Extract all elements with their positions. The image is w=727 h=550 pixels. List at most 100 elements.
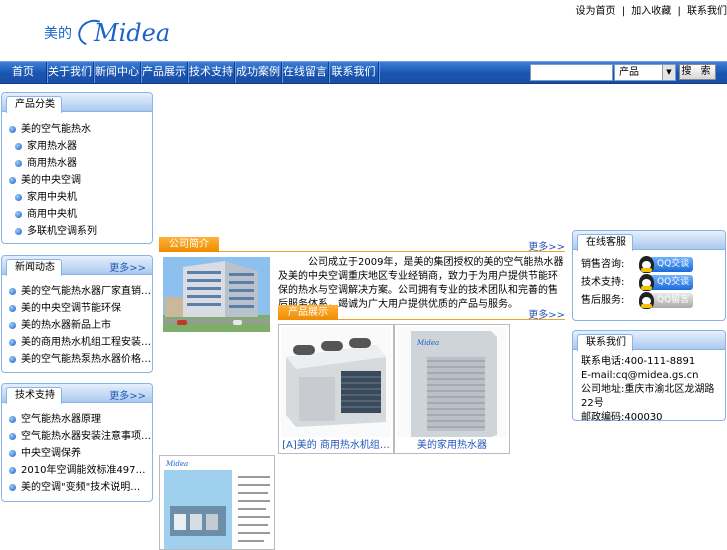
commercial-unit-illustration <box>281 327 391 437</box>
separator: | <box>677 6 680 17</box>
dropdown-arrow-icon[interactable]: ▼ <box>662 65 675 80</box>
panel-header: 联系我们 <box>573 331 725 350</box>
panel-header: 产品分类 <box>2 93 152 112</box>
qq-message-button[interactable]: QQ留言 <box>641 293 693 308</box>
heat-pump-illustration: Midea <box>397 327 507 437</box>
products-section-title: 产品展示 <box>278 305 338 320</box>
online-label: 销售咨询: <box>581 259 624 270</box>
category-item[interactable]: 美的中央空调 <box>9 172 152 189</box>
products-more-link[interactable]: 更多>> <box>528 306 565 321</box>
logo-chinese-text: 美的 <box>44 23 72 43</box>
news-item[interactable]: 美的中央空调节能环保 <box>9 300 152 317</box>
news-panel: 新闻动态 更多>> 美的空气能热水器厂家直销… 美的中央空调节能环保 美的热水器… <box>1 255 153 373</box>
online-service-panel: 在线客服 销售咨询: QQ交谈 技术支持: QQ交谈 售后服务: QQ留言 <box>572 230 726 321</box>
panel-header: 新闻动态 更多>> <box>2 256 152 275</box>
product-category-panel: 产品分类 美的空气能热水 家用热水器 商用热水器 美的中央空调 家用中央机 商用… <box>1 92 153 244</box>
search-type-select[interactable]: 产品 ▼ <box>614 64 676 81</box>
nav-products[interactable]: 产品展示 <box>141 62 188 83</box>
tech-item[interactable]: 美的空调"变频"技术说明… <box>9 479 152 496</box>
nav-home[interactable]: 首页 <box>0 62 47 83</box>
company-intro-text: 公司成立于2009年，是美的集团授权的美的空气能热水器及美的中央空调重庆地区专业… <box>278 256 566 312</box>
search-type-value: 产品 <box>619 67 639 78</box>
nav-support[interactable]: 技术支持 <box>188 62 235 83</box>
news-item[interactable]: 美的空气能热水器厂家直销… <box>9 283 152 300</box>
tech-item[interactable]: 2010年空调能效标准497… <box>9 462 152 479</box>
about-section-title: 公司简介 <box>159 237 219 252</box>
panel-title: 联系我们 <box>577 334 633 351</box>
contact-us-link[interactable]: 联系我们 <box>687 6 727 17</box>
qq-chat-button[interactable]: QQ交谈 <box>641 257 693 272</box>
product-image[interactable]: Midea <box>397 327 507 437</box>
contact-panel: 联系我们 联系电话:400-111-8891 E-mail:cq@midea.g… <box>572 330 726 421</box>
contact-address: 公司地址:重庆市渝北区龙湖路22号 <box>581 383 725 411</box>
top-links: 设为首页 | 加入收藏 | 联系我们 <box>576 2 727 17</box>
qq-chat-button[interactable]: QQ交谈 <box>641 275 693 290</box>
tech-item[interactable]: 中央空调保养 <box>9 445 152 462</box>
nav-message[interactable]: 在线留言 <box>282 62 329 83</box>
news-list: 美的空气能热水器厂家直销… 美的中央空调节能环保 美的热水器新品上市 美的商用热… <box>2 275 152 368</box>
svg-text:Midea: Midea <box>416 339 439 347</box>
qq-penguin-icon <box>639 292 654 309</box>
category-list: 美的空气能热水 家用热水器 商用热水器 美的中央空调 家用中央机 商用中央机 多… <box>2 112 152 240</box>
panel-header: 在线客服 <box>573 231 725 250</box>
tech-list: 空气能热水器原理 空气能热水器安装注意事项… 中央空调保养 2010年空调能效标… <box>2 403 152 496</box>
category-subitem[interactable]: 商用中央机 <box>9 206 152 223</box>
nav-cases[interactable]: 成功案例 <box>235 62 282 83</box>
news-more-link[interactable]: 更多>> <box>109 259 146 274</box>
panel-title: 在线客服 <box>577 234 633 251</box>
product-brochure-image[interactable]: Midea <box>159 455 275 550</box>
news-item[interactable]: 美的商用热水机组工程安装… <box>9 334 152 351</box>
panel-title: 产品分类 <box>6 96 62 113</box>
building-illustration <box>163 257 270 332</box>
online-row: 技术支持: QQ交谈 <box>581 274 725 292</box>
category-item[interactable]: 美的空气能热水 <box>9 121 152 138</box>
add-favorite-link[interactable]: 加入收藏 <box>631 6 671 17</box>
product-card[interactable]: Midea 美的家用热水器 <box>394 324 510 454</box>
tech-item[interactable]: 空气能热水器原理 <box>9 411 152 428</box>
nav-news[interactable]: 新闻中心 <box>94 62 141 83</box>
search-input[interactable] <box>530 64 613 81</box>
product-caption[interactable]: 美的家用热水器 <box>395 436 509 451</box>
tech-more-link[interactable]: 更多>> <box>109 387 146 402</box>
tech-support-panel: 技术支持 更多>> 空气能热水器原理 空气能热水器安装注意事项… 中央空调保养 … <box>1 383 153 502</box>
online-row: 销售咨询: QQ交谈 <box>581 256 725 274</box>
category-subitem[interactable]: 家用中央机 <box>9 189 152 206</box>
nav-about[interactable]: 关于我们 <box>47 62 94 83</box>
news-item[interactable]: 美的热水器新品上市 <box>9 317 152 334</box>
product-image[interactable] <box>281 327 391 437</box>
contact-phone: 联系电话:400-111-8891 <box>581 355 725 369</box>
online-label: 技术支持: <box>581 277 624 288</box>
news-item[interactable]: 美的空气能热泵热水器价格… <box>9 351 152 368</box>
about-more-link[interactable]: 更多>> <box>528 238 565 253</box>
separator: | <box>622 6 625 17</box>
main-nav: 首页 关于我们 新闻中心 产品展示 技术支持 成功案例 在线留言 联系我们 产品… <box>0 61 727 84</box>
set-homepage-link[interactable]: 设为首页 <box>576 6 616 17</box>
qq-penguin-icon <box>639 256 654 273</box>
brochure-illustration: Midea <box>160 456 275 550</box>
tech-item[interactable]: 空气能热水器安装注意事项… <box>9 428 152 445</box>
online-row: 售后服务: QQ留言 <box>581 292 725 310</box>
company-building-image <box>163 257 270 332</box>
panel-title: 技术支持 <box>6 387 62 404</box>
qq-button-label: QQ交谈 <box>657 277 689 287</box>
nav-contact[interactable]: 联系我们 <box>329 62 379 83</box>
svg-text:Midea: Midea <box>165 460 188 468</box>
qq-button-label: QQ留言 <box>657 295 689 305</box>
category-subitem[interactable]: 家用热水器 <box>9 138 152 155</box>
midea-logo[interactable]: 美的 Midea <box>44 17 170 49</box>
contact-email[interactable]: E-mail:cq@midea.gs.cn <box>581 369 725 383</box>
category-subitem[interactable]: 商用热水器 <box>9 155 152 172</box>
qq-button-label: QQ交谈 <box>657 259 689 269</box>
product-card[interactable]: [A]美的 商用热水机组… <box>278 324 394 454</box>
qq-penguin-icon <box>639 274 654 291</box>
products-section-bar: 产品展示 更多>> <box>278 305 565 320</box>
category-subitem[interactable]: 多联机空调系列 <box>9 223 152 240</box>
contact-info: 联系电话:400-111-8891 E-mail:cq@midea.gs.cn … <box>573 350 725 425</box>
search-button[interactable]: 搜 索 <box>679 64 716 80</box>
online-label: 售后服务: <box>581 295 624 306</box>
product-caption[interactable]: [A]美的 商用热水机组… <box>279 436 393 451</box>
panel-title: 新闻动态 <box>6 259 62 276</box>
about-section-bar: 公司简介 更多>> <box>159 237 565 252</box>
panel-header: 技术支持 更多>> <box>2 384 152 403</box>
online-service-list: 销售咨询: QQ交谈 技术支持: QQ交谈 售后服务: QQ留言 <box>573 250 725 310</box>
